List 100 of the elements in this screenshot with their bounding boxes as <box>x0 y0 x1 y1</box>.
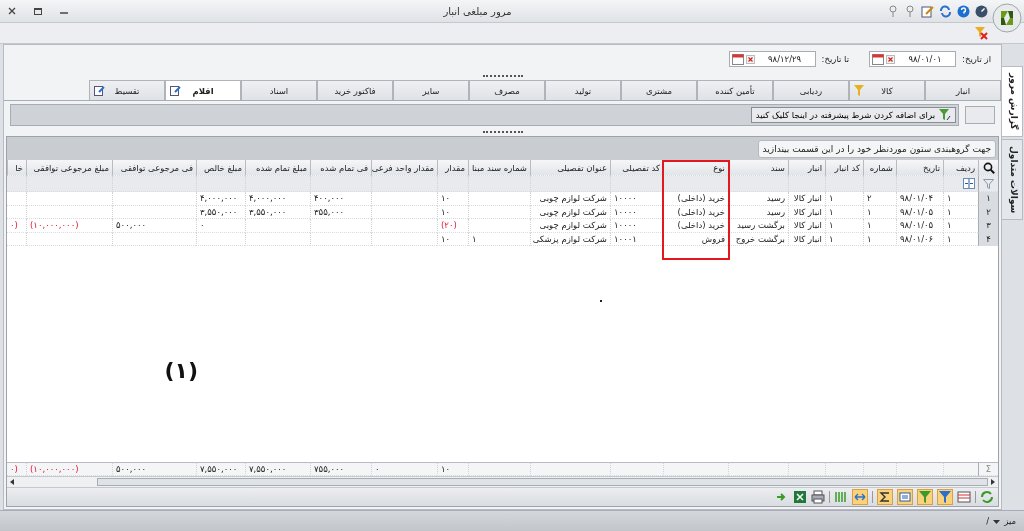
tab[interactable]: اسناد <box>241 80 317 100</box>
filter-cell[interactable] <box>728 176 788 192</box>
column-header[interactable]: مبلغ مرجوعی توافقی <box>26 160 112 176</box>
status-path[interactable]: / <box>986 516 990 526</box>
filter-cell[interactable] <box>663 176 728 192</box>
total-cell: ۷۵۵,۰۰۰ <box>310 462 371 476</box>
tab[interactable]: سایر <box>393 80 469 100</box>
table-cell <box>468 205 530 219</box>
pin-icon[interactable] <box>887 5 899 17</box>
printer-icon[interactable] <box>811 490 825 504</box>
column-header[interactable]: انبار <box>788 160 825 176</box>
column-header[interactable]: کد انبار <box>825 160 863 176</box>
table-cell: ۳,۵۵۰,۰۰۰ <box>245 205 310 219</box>
column-header[interactable]: شماره <box>863 160 896 176</box>
column-header[interactable]: ردیف <box>943 160 978 176</box>
tab[interactable]: ردیابی <box>773 80 849 100</box>
table-cell <box>468 192 530 206</box>
side-tab[interactable]: سوالات متداول <box>1002 138 1023 220</box>
filter-cell[interactable] <box>863 176 896 192</box>
restore-icon[interactable] <box>34 7 42 15</box>
column-header[interactable]: شماره سند مبنا <box>468 160 530 176</box>
column-header[interactable]: تاریخ <box>896 160 943 176</box>
splitter-grip[interactable] <box>482 130 523 135</box>
tab[interactable]: اقلام <box>165 80 241 100</box>
columns-icon[interactable] <box>957 490 971 504</box>
table-cell <box>310 219 371 233</box>
calendar-icon[interactable] <box>872 53 885 65</box>
table-cell <box>371 192 437 206</box>
table-cell: ۱۰۰۰۰ <box>610 192 663 206</box>
filter-button[interactable] <box>937 489 953 505</box>
tab[interactable]: کالا <box>849 80 925 100</box>
funnel-icon[interactable] <box>983 178 994 189</box>
filter-cell[interactable] <box>26 176 112 192</box>
help-icon[interactable] <box>957 4 970 18</box>
horizontal-scrollbar[interactable] <box>7 476 998 487</box>
column-header[interactable]: فی مرجوعی توافقی <box>112 160 196 176</box>
clear-icon[interactable] <box>886 54 896 64</box>
tab[interactable]: تقسیط <box>89 80 165 100</box>
column-header[interactable]: مبلغ خالص <box>196 160 245 176</box>
total-cell: (۱۰,۰۰۰,۰۰۰) <box>26 462 112 476</box>
caret-icon[interactable] <box>993 517 1001 525</box>
table-cell: ۹۸/۰۱/۰۵ <box>896 205 943 219</box>
edit-icon[interactable] <box>921 4 934 18</box>
filter-cell[interactable] <box>610 176 663 192</box>
filter-cell[interactable] <box>245 176 310 192</box>
splitter-grip[interactable] <box>482 74 523 79</box>
filter-cell[interactable] <box>437 176 468 192</box>
pin-icon[interactable] <box>904 5 916 17</box>
column-header[interactable]: فی تمام شده <box>310 160 371 176</box>
refresh-icon[interactable] <box>939 4 952 18</box>
column-header[interactable]: سند <box>728 160 788 176</box>
column-header[interactable]: خا <box>7 160 26 176</box>
gauge-icon[interactable] <box>975 4 988 18</box>
column-header[interactable]: مبلغ تمام شده <box>245 160 310 176</box>
search-icon[interactable] <box>982 161 995 174</box>
tab[interactable]: فاکتور خرید <box>317 80 393 100</box>
filter-cell[interactable] <box>943 176 978 192</box>
filter-cell[interactable] <box>825 176 863 192</box>
spreadsheet-icon[interactable] <box>793 490 807 504</box>
date-field[interactable]: ۹۸/۱۲/۲۹ <box>728 51 816 67</box>
advanced-filter-button[interactable]: برای اضافه کردن شرط پیشرفته در اینجا کلیک کنید <box>750 107 956 123</box>
filter-cell[interactable] <box>7 176 26 192</box>
tab[interactable]: تولید <box>545 80 621 100</box>
side-tab[interactable]: گزارش مرور <box>1002 66 1023 137</box>
fit-width-button[interactable] <box>852 489 868 505</box>
tab[interactable]: تأمین کننده <box>697 80 773 100</box>
table-cell: ۳,۵۵۰,۰۰۰ <box>196 205 245 219</box>
tab[interactable]: مصرف <box>469 80 545 100</box>
sum-button[interactable] <box>877 489 893 505</box>
filter-cell[interactable] <box>530 176 610 192</box>
column-header[interactable]: مقدار <box>437 160 468 176</box>
filter-cell[interactable] <box>112 176 196 192</box>
table-cell: انبار کالا <box>788 219 825 233</box>
clear-filter-icon[interactable] <box>974 26 988 40</box>
table-cell: ۱ <box>825 205 863 219</box>
filter-cell[interactable] <box>788 176 825 192</box>
tab[interactable]: مشتری <box>621 80 697 100</box>
close-icon[interactable] <box>8 7 16 15</box>
column-chooser-icon[interactable] <box>963 178 975 189</box>
filter-cell[interactable] <box>196 176 245 192</box>
filter-cell[interactable] <box>371 176 437 192</box>
filter-cell[interactable] <box>896 176 943 192</box>
row-number[interactable]: ۱ <box>978 192 998 206</box>
column-header[interactable]: عنوان تفصیلی <box>530 160 610 176</box>
blank-field[interactable] <box>965 106 995 124</box>
table-cell <box>371 219 437 233</box>
scroll-thumb[interactable] <box>97 478 988 486</box>
clear-icon[interactable] <box>745 54 755 64</box>
calendar-icon[interactable] <box>731 53 744 65</box>
bars-icon[interactable] <box>834 490 848 504</box>
row-number[interactable]: ۳ <box>978 219 998 233</box>
status-label: میز <box>1004 516 1016 526</box>
date-field[interactable]: ۹۸/۰۱/۰۱ <box>869 51 957 67</box>
filter-cell[interactable] <box>310 176 371 192</box>
tab[interactable]: انبار <box>925 80 1001 100</box>
column-header[interactable]: مقدار واحد فرعی <box>371 160 437 176</box>
filter-cell[interactable] <box>468 176 530 192</box>
column-header[interactable]: کد تفصیلی <box>610 160 663 176</box>
filter-button[interactable] <box>917 489 933 505</box>
group-hint: جهت گروهبندی ستون موردنظر خود را در این قسمت بیندازید <box>757 139 996 158</box>
